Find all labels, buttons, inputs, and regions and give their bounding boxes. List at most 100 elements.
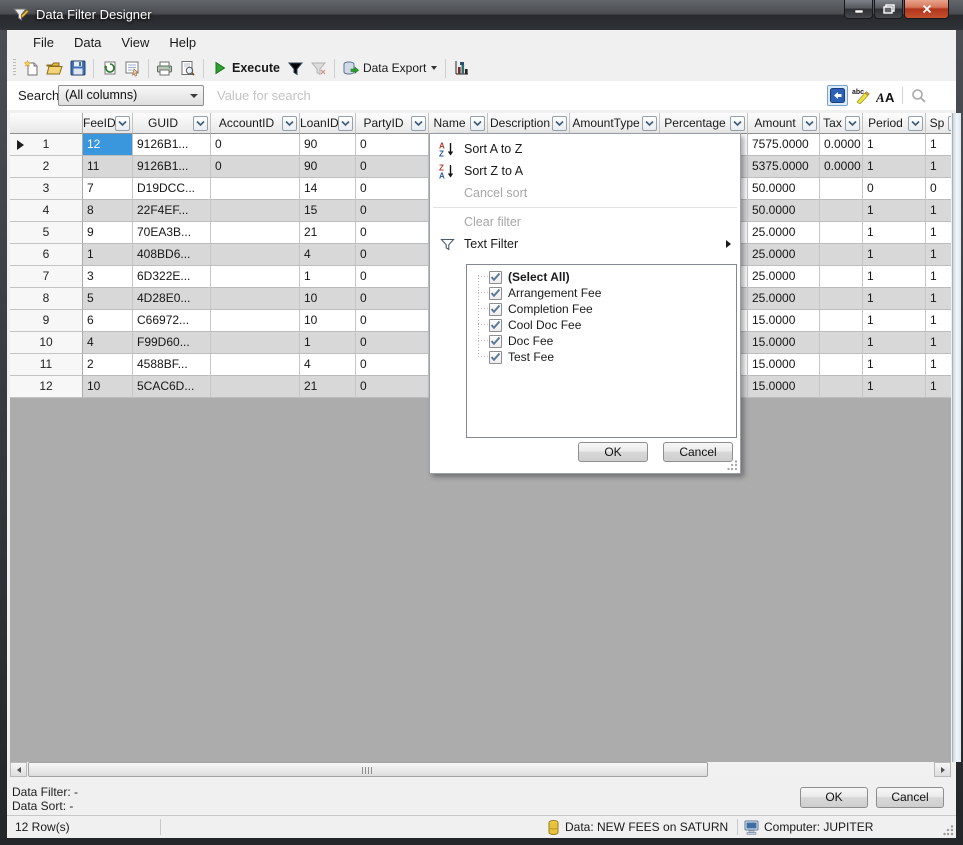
grid-cell[interactable]: 1	[926, 222, 951, 244]
grid-cell[interactable]: 0	[356, 222, 429, 244]
grid-cell[interactable]	[820, 288, 863, 310]
grid-cell[interactable]: 15.0000	[748, 354, 820, 376]
close-button[interactable]	[904, 0, 949, 19]
grid-cell[interactable]: 15.0000	[748, 376, 820, 398]
grid-cell[interactable]: 4	[83, 332, 133, 354]
grid-cell[interactable]: 7575.0000	[748, 134, 820, 156]
column-header-partyid[interactable]: PartyID	[356, 113, 429, 134]
grid-cell[interactable]: 1	[863, 310, 926, 332]
filter-menu-item-sort-a-to-z[interactable]: AZSort A to Z	[430, 138, 740, 160]
grid-cell[interactable]: 8	[83, 200, 133, 222]
grid-cell[interactable]: 1	[300, 332, 356, 354]
grid-cell[interactable]: 2	[83, 354, 133, 376]
menu-item-view[interactable]: View	[111, 30, 159, 55]
grid-cell[interactable]: 21	[300, 222, 356, 244]
grid-cell[interactable]	[211, 200, 300, 222]
grid-cell[interactable]: 408BD6...	[133, 244, 211, 266]
grid-cell[interactable]: 9126B1...	[133, 156, 211, 178]
column-header-percentage[interactable]: Percentage	[660, 113, 748, 134]
grid-cell[interactable]: 0.0000	[820, 134, 863, 156]
grid-cell[interactable]: 70EA3B...	[133, 222, 211, 244]
row-header[interactable]: 2	[10, 156, 83, 178]
grid-cell[interactable]: 1	[926, 288, 951, 310]
row-header[interactable]: 4	[10, 200, 83, 222]
grid-cell[interactable]	[820, 266, 863, 288]
filter-item-cool-doc-fee[interactable]: Cool Doc Fee	[467, 317, 736, 333]
grid-cell[interactable]	[211, 244, 300, 266]
ok-button[interactable]: OK	[800, 787, 868, 808]
row-header[interactable]: 12	[10, 376, 83, 398]
grid-cell[interactable]	[211, 354, 300, 376]
grid-cell[interactable]: 0	[356, 376, 429, 398]
font-icon[interactable]: AA	[875, 85, 896, 106]
grid-cell[interactable]: 0	[356, 156, 429, 178]
grid-cell[interactable]: 11	[83, 156, 133, 178]
row-header[interactable]: 11	[10, 354, 83, 376]
abc-edit-icon[interactable]: abc	[851, 85, 872, 106]
filter-item-select-all[interactable]: (Select All)	[467, 269, 736, 285]
grid-cell[interactable]	[820, 376, 863, 398]
filter-menu-item-sort-z-to-a[interactable]: ZASort Z to A	[430, 160, 740, 182]
column-filter-dropdown[interactable]	[642, 116, 657, 131]
grid-cell[interactable]: 0	[356, 332, 429, 354]
grid-cell[interactable]: 0.0000	[820, 156, 863, 178]
filter-item-arrangement-fee[interactable]: Arrangement Fee	[467, 285, 736, 301]
column-header-accountid[interactable]: AccountID	[211, 113, 300, 134]
new-document-icon[interactable]	[21, 58, 42, 79]
grid-cell[interactable]: 1	[926, 244, 951, 266]
refresh-icon[interactable]	[99, 58, 120, 79]
grid-cell[interactable]: 4588BF...	[133, 354, 211, 376]
grid-cell[interactable]	[820, 178, 863, 200]
grid-cell[interactable]: 1	[926, 332, 951, 354]
grid-cell[interactable]: 1	[863, 134, 926, 156]
grid-cell[interactable]: 1	[863, 266, 926, 288]
grid-cell[interactable]: 3	[83, 266, 133, 288]
grid-cell[interactable]	[820, 222, 863, 244]
grid-cell[interactable]	[820, 332, 863, 354]
grid-cell[interactable]: 4	[300, 244, 356, 266]
row-header[interactable]: 7	[10, 266, 83, 288]
grid-cell[interactable]: 22F4EF...	[133, 200, 211, 222]
scroll-left-arrow-icon[interactable]	[10, 762, 27, 777]
grid-cell[interactable]: 25.0000	[748, 266, 820, 288]
open-folder-icon[interactable]	[44, 58, 65, 79]
search-column-selector[interactable]: (All columns)	[58, 85, 204, 106]
grid-cell[interactable]: 10	[300, 288, 356, 310]
grid-cell[interactable]	[211, 222, 300, 244]
grid-cell[interactable]: 0	[356, 354, 429, 376]
data-export-label[interactable]: Data Export	[363, 61, 426, 75]
filter-item-test-fee[interactable]: Test Fee	[467, 349, 736, 365]
minimize-button[interactable]	[844, 0, 873, 19]
print-preview-icon[interactable]	[177, 58, 198, 79]
grid-cell[interactable]: 1	[863, 288, 926, 310]
grid-cell[interactable]: 1	[300, 266, 356, 288]
grid-cell[interactable]: 4D28E0...	[133, 288, 211, 310]
grid-cell[interactable]: 0	[356, 288, 429, 310]
grid-cell[interactable]: 1	[863, 376, 926, 398]
menu-item-data[interactable]: Data	[64, 30, 111, 55]
grid-cell[interactable]: 14	[300, 178, 356, 200]
column-header-description[interactable]: Description	[488, 113, 570, 134]
grid-cell[interactable]: 1	[863, 354, 926, 376]
menu-item-file[interactable]: File	[23, 30, 64, 55]
grid-cell[interactable]	[820, 354, 863, 376]
filter-item-doc-fee[interactable]: Doc Fee	[467, 333, 736, 349]
navigate-back-icon[interactable]	[827, 85, 848, 106]
grid-cell[interactable]: 6	[83, 310, 133, 332]
maximize-button[interactable]	[874, 0, 903, 19]
grid-cell[interactable]: 0	[926, 178, 951, 200]
grid-cell[interactable]: 1	[863, 244, 926, 266]
grid-cell[interactable]: 0	[356, 134, 429, 156]
chart-icon[interactable]	[451, 58, 472, 79]
column-header-feeid[interactable]: FeeID	[83, 113, 133, 134]
grid-cell[interactable]	[211, 178, 300, 200]
grid-cell[interactable]: 90	[300, 134, 356, 156]
filter-icon[interactable]	[285, 58, 306, 79]
column-filter-dropdown[interactable]	[552, 116, 567, 131]
grid-cell[interactable]	[211, 332, 300, 354]
scroll-right-arrow-icon[interactable]	[934, 762, 951, 777]
grid-cell[interactable]: 1	[863, 200, 926, 222]
grid-cell[interactable]: 15.0000	[748, 332, 820, 354]
grid-cell[interactable]: 0	[356, 266, 429, 288]
row-header[interactable]: 8	[10, 288, 83, 310]
